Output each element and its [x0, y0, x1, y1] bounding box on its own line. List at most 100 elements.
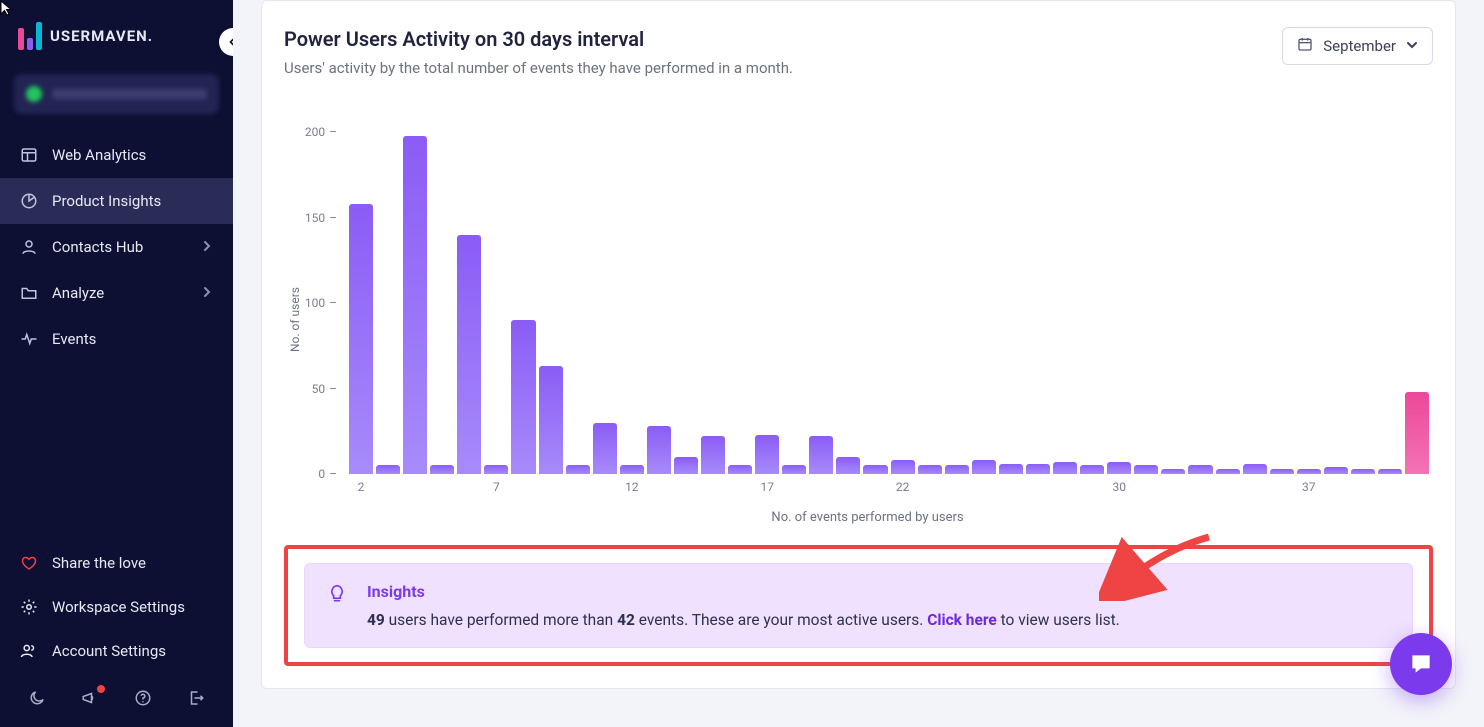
chart-bar[interactable]: [1297, 469, 1321, 474]
chart-bar[interactable]: [457, 235, 481, 474]
chart-bar[interactable]: [1216, 469, 1240, 474]
gear-icon: [20, 598, 38, 616]
sidebar-item-label: Events: [52, 330, 96, 348]
chart-bar[interactable]: [755, 435, 779, 474]
chart-bar[interactable]: [620, 465, 644, 474]
chart: No. of users 050100150200 271217223037 N…: [284, 115, 1433, 525]
logo-icon: [18, 22, 42, 50]
chart-bar[interactable]: [566, 465, 590, 474]
chart-bar[interactable]: [1351, 469, 1375, 474]
chart-bar[interactable]: [863, 465, 887, 474]
x-tick: [430, 480, 454, 498]
card-title: Power Users Activity on 30 days interval: [284, 27, 793, 51]
chart-bar[interactable]: [1324, 467, 1348, 474]
chart-bar[interactable]: [1026, 464, 1050, 474]
month-selector[interactable]: September: [1282, 27, 1433, 65]
chart-bar[interactable]: [836, 457, 860, 474]
x-tick: 2: [349, 480, 373, 498]
x-tick: [863, 480, 887, 498]
chart-bar[interactable]: [1243, 464, 1267, 474]
sidebar-item-label: Share the love: [52, 554, 146, 572]
sidebar-icon-row: [0, 673, 233, 727]
megaphone-button[interactable]: [79, 689, 101, 711]
chart-bar[interactable]: [674, 457, 698, 474]
cursor-icon: [0, 0, 18, 18]
chart-bar[interactable]: [484, 465, 508, 474]
sidebar-bottom-account-settings[interactable]: Account Settings: [0, 629, 233, 673]
sidebar-bottom-workspace-settings[interactable]: Workspace Settings: [0, 585, 233, 629]
chart-bar[interactable]: [430, 465, 454, 474]
x-tick: [728, 480, 752, 498]
chart-bar[interactable]: [376, 465, 400, 474]
x-tick: 22: [891, 480, 915, 498]
chart-bar[interactable]: [918, 465, 942, 474]
chat-fab[interactable]: [1390, 633, 1452, 695]
chevron-right-icon: [201, 284, 213, 302]
chart-bar[interactable]: [701, 436, 725, 474]
x-tick: [376, 480, 400, 498]
x-tick: 30: [1107, 480, 1131, 498]
chart-bar[interactable]: [539, 366, 563, 474]
sidebar-item-analyze[interactable]: Analyze: [0, 270, 233, 316]
x-tick: [701, 480, 725, 498]
x-tick: [1216, 480, 1240, 498]
logout-button[interactable]: [185, 689, 207, 711]
chart-bar[interactable]: [728, 465, 752, 474]
chart-bar[interactable]: [1053, 462, 1077, 474]
workspace-selector[interactable]: [14, 74, 219, 114]
help-icon: [134, 689, 152, 711]
chart-bar[interactable]: [1378, 469, 1402, 474]
sidebar-item-events[interactable]: Events: [0, 316, 233, 362]
chart-bar[interactable]: [945, 465, 969, 474]
chart-bar[interactable]: [891, 460, 915, 474]
x-tick: [1405, 480, 1429, 498]
chart-bar[interactable]: [403, 136, 427, 474]
y-axis-label: No. of users: [284, 115, 302, 525]
sidebar-item-product-insights[interactable]: Product Insights: [0, 178, 233, 224]
chart-bar[interactable]: [1161, 469, 1185, 474]
insight-link[interactable]: Click here: [927, 611, 997, 629]
x-axis-label: No. of events performed by users: [302, 510, 1433, 525]
sidebar-item-label: Product Insights: [52, 192, 161, 210]
folder-icon: [20, 284, 38, 302]
chart-bar[interactable]: [1080, 465, 1104, 474]
sidebar-item-label: Web Analytics: [52, 146, 146, 164]
chevron-right-icon: [201, 238, 213, 256]
x-tick: 17: [755, 480, 779, 498]
chart-bar[interactable]: [1270, 469, 1294, 474]
chart-bar[interactable]: [999, 464, 1023, 474]
sidebar-bottom: Share the love Workspace Settings Account …: [0, 541, 233, 673]
x-tick: [809, 480, 833, 498]
chart-bar[interactable]: [1188, 465, 1212, 474]
x-tick: 7: [484, 480, 508, 498]
chart-bar[interactable]: [1107, 462, 1131, 474]
sidebar-bottom-share-the-love[interactable]: Share the love: [0, 541, 233, 585]
x-tick: [1378, 480, 1402, 498]
pie-icon: [20, 192, 38, 210]
chart-bar[interactable]: [349, 204, 373, 474]
x-tick: [1161, 480, 1185, 498]
chart-bar[interactable]: [647, 426, 671, 474]
layout-icon: [20, 146, 38, 164]
x-tick: [945, 480, 969, 498]
sidebar-item-label: Workspace Settings: [52, 598, 185, 616]
x-tick: [999, 480, 1023, 498]
x-tick: 12: [620, 480, 644, 498]
sidebar-item-contacts-hub[interactable]: Contacts Hub: [0, 224, 233, 270]
x-tick: [1270, 480, 1294, 498]
insight-heading: Insights: [367, 582, 1120, 601]
chart-bar[interactable]: [1405, 392, 1429, 474]
help-button[interactable]: [132, 689, 154, 711]
chart-bar[interactable]: [593, 423, 617, 474]
moon-button[interactable]: [26, 689, 48, 711]
pulse-icon: [20, 330, 38, 348]
x-tick: [647, 480, 671, 498]
chart-bar[interactable]: [972, 460, 996, 474]
chart-bar[interactable]: [782, 465, 806, 474]
sidebar-item-label: Analyze: [52, 284, 104, 302]
chart-bar[interactable]: [1134, 465, 1158, 474]
chart-bar[interactable]: [511, 320, 535, 474]
sidebar-item-label: Contacts Hub: [52, 238, 143, 256]
chart-bar[interactable]: [809, 436, 833, 474]
sidebar-item-web-analytics[interactable]: Web Analytics: [0, 132, 233, 178]
